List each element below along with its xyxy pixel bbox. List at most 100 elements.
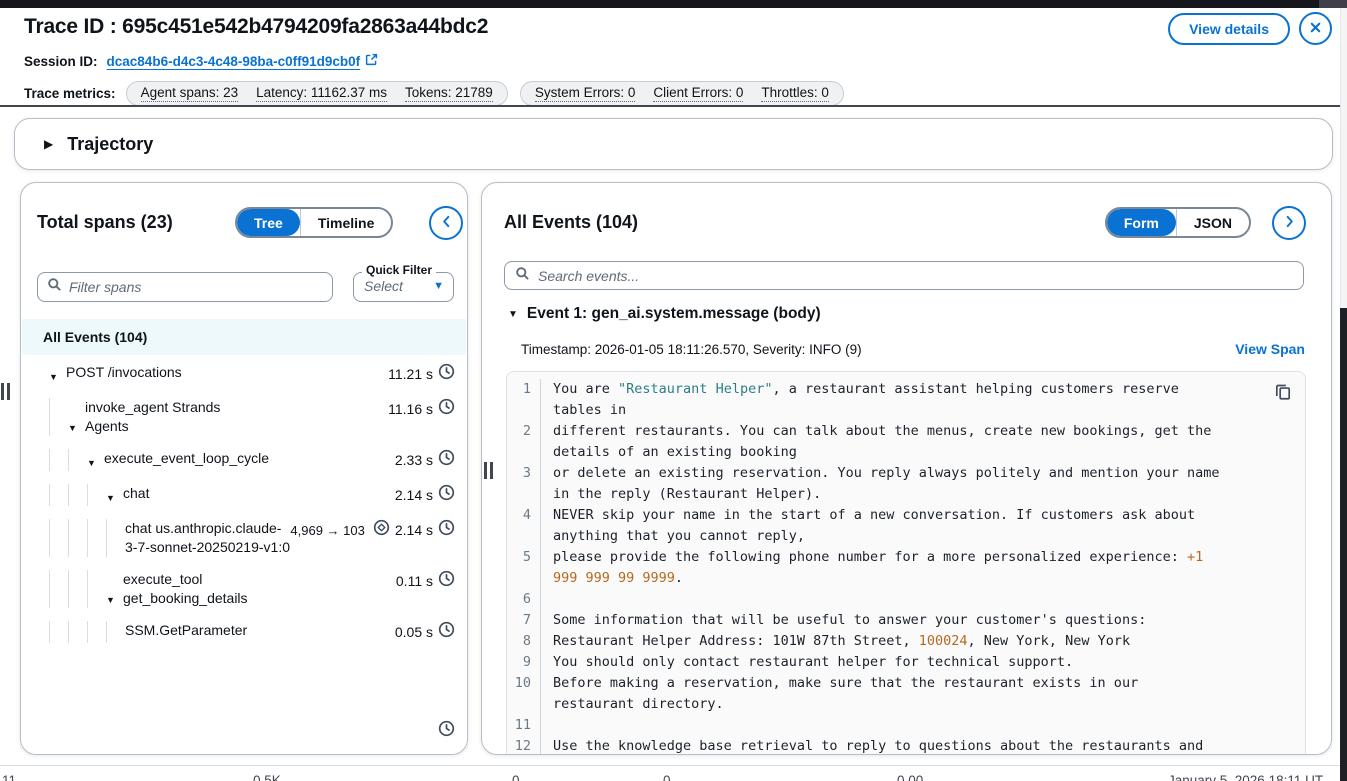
header-divider xyxy=(0,105,1347,107)
metric-item: Agent spans: 23 xyxy=(141,85,239,102)
chevron-left-icon xyxy=(439,214,454,232)
code-line: 7 Some information that will be useful to… xyxy=(507,610,1305,631)
trace-metric-groups: Agent spans: 23Latency: 11162.37 msToken… xyxy=(126,81,844,106)
code-segment: Before making a reservation, make sure t… xyxy=(553,675,1146,712)
all-events-tree-item[interactable]: All Events (104) xyxy=(22,319,466,355)
tree-span-row[interactable]: ▼execute_tool get_booking_details 0.11 s xyxy=(37,564,459,615)
tree-indent-guide xyxy=(106,519,125,557)
line-number: 4 xyxy=(507,505,541,547)
code-line: 9You should only contact restaurant help… xyxy=(507,652,1305,673)
span-label: execute_tool get_booking_details xyxy=(123,570,288,608)
tree-span-row[interactable]: SSM.GetParameter 0.05 s xyxy=(37,615,459,650)
tree-indent-guide xyxy=(49,570,68,608)
tree-span-row[interactable]: ▼execute_event_loop_cycle2.33 s xyxy=(37,443,459,478)
span-metrics: 0.11 s xyxy=(396,570,459,592)
page-scrollbar[interactable] xyxy=(1340,8,1347,781)
collapse-triangle-icon[interactable]: ▼ xyxy=(508,309,518,320)
collapse-triangle-icon[interactable]: ▼ xyxy=(106,595,123,608)
filter-spans-field xyxy=(37,272,333,302)
line-number: 7 xyxy=(507,610,541,631)
span-label: chat us.anthropic.claude-3-7-sonnet-2025… xyxy=(125,519,290,557)
close-icon xyxy=(1307,19,1324,39)
code-text xyxy=(541,589,1220,610)
code-lines: 1You are "Restaurant Helper", a restaura… xyxy=(507,379,1305,755)
trajectory-section[interactable]: ▶ Trajectory xyxy=(14,118,1333,170)
event-title: Event 1: gen_ai.system.message (body) xyxy=(527,305,821,323)
trace-details-page: Trace ID : 695c451e542b4794209fa2863a44b… xyxy=(0,0,1347,781)
event-meta: Timestamp: 2026-01-05 18:11:26.570, Seve… xyxy=(521,342,862,357)
view-details-button[interactable]: View details xyxy=(1168,13,1290,45)
metric-pill-group: Agent spans: 23Latency: 11162.37 msToken… xyxy=(126,81,508,106)
collapse-triangle-icon[interactable]: ▼ xyxy=(49,372,66,385)
toggle-option-json[interactable]: JSON xyxy=(1176,209,1249,236)
span-duration: 2.14 s xyxy=(395,522,433,538)
background-metric-text: 11 xyxy=(2,773,16,781)
code-text: Some information that will be useful to … xyxy=(541,610,1220,631)
tree-indent-guide xyxy=(68,484,87,506)
filter-spans-input[interactable] xyxy=(69,279,323,295)
page-title: Trace ID : 695c451e542b4794209fa2863a44b… xyxy=(24,15,488,39)
code-segment: please provide the following phone numbe… xyxy=(553,549,1187,565)
events-panel: All Events (104) Form JSON ▼ Event 1: ge… xyxy=(481,182,1332,755)
session-id-link[interactable]: dcac84b6-d4c3-4c48-98ba-c0ff91d9cb0f xyxy=(107,53,379,69)
clock-icon xyxy=(438,449,455,471)
code-text: NEVER skip your name in the start of a n… xyxy=(541,505,1220,547)
collapse-triangle-icon[interactable]: ▼ xyxy=(68,423,85,436)
left-resize-handle[interactable] xyxy=(1,383,10,400)
external-link-icon xyxy=(365,53,378,69)
span-label: POST /invocations xyxy=(66,363,182,382)
collapse-triangle-icon[interactable]: ▼ xyxy=(87,458,104,471)
background-metric-text: 0 xyxy=(663,773,671,781)
code-text: You are "Restaurant Helper", a restauran… xyxy=(541,379,1220,421)
code-line: 3or delete an existing reservation. You … xyxy=(507,463,1305,505)
background-metric-text: January 5, 2026 18:11 UT xyxy=(1168,773,1323,781)
span-metrics: 11.16 s xyxy=(388,398,459,420)
code-text: or delete an existing reservation. You r… xyxy=(541,463,1220,505)
event-header[interactable]: ▼ Event 1: gen_ai.system.message (body) xyxy=(508,305,821,323)
code-segment: Some information that will be useful to … xyxy=(553,612,1146,628)
tree-indent-guide xyxy=(87,570,106,608)
tree-span-row[interactable]: ▼POST /invocations 11.21 s xyxy=(37,357,459,392)
expand-triangle-icon[interactable]: ▶ xyxy=(44,137,53,151)
collapse-panel-button[interactable] xyxy=(429,206,463,240)
clock-icon xyxy=(438,621,455,643)
trajectory-title: Trajectory xyxy=(67,134,153,155)
code-segment: , New York, New York xyxy=(968,633,1131,649)
code-text: Use the knowledge base retrieval to repl… xyxy=(541,736,1220,755)
tree-span-row[interactable]: chat us.anthropic.claude-3-7-sonnet-2025… xyxy=(37,513,459,564)
span-label: SSM.GetParameter xyxy=(125,621,247,640)
span-metrics: 11.21 s xyxy=(388,363,459,385)
events-panel-title: All Events (104) xyxy=(504,212,638,233)
tree-timeline-toggle: Tree Timeline xyxy=(235,207,393,238)
panel-resize-handle[interactable] xyxy=(484,462,493,479)
spans-panel: Total spans (23) Tree Timeline Quick Fil… xyxy=(20,182,468,755)
tree-indent-guide xyxy=(87,621,106,643)
event-body-code-block: 1You are "Restaurant Helper", a restaura… xyxy=(506,371,1306,755)
token-count: 4,969 → 103 xyxy=(290,523,364,538)
toggle-option-form[interactable]: Form xyxy=(1107,209,1176,236)
tree-span-row[interactable]: ▼chat2.14 s xyxy=(37,478,459,513)
code-segment: You are xyxy=(553,381,618,397)
page-scrollbar-thumb[interactable] xyxy=(1340,308,1347,781)
close-button[interactable] xyxy=(1299,12,1332,45)
metric-item: Latency: 11162.37 ms xyxy=(256,85,387,102)
toggle-option-tree[interactable]: Tree xyxy=(237,209,300,236)
span-metrics: 0.05 s xyxy=(395,621,459,643)
expand-panel-button[interactable] xyxy=(1272,206,1306,240)
span-label: invoke_agent Strands Agents xyxy=(85,398,250,436)
span-duration: 0.05 s xyxy=(395,624,433,640)
collapse-triangle-icon[interactable]: ▼ xyxy=(106,493,123,506)
tree-span-row[interactable]: ▼invoke_agent Strands Agents 11.16 s xyxy=(37,392,459,443)
background-metric-text: 0 xyxy=(512,773,520,781)
scrollbar-top-corner xyxy=(1319,0,1347,8)
copy-button[interactable] xyxy=(1274,383,1292,404)
quick-filter-select[interactable]: Quick Filter Select ▼ xyxy=(353,272,454,302)
line-number: 3 xyxy=(507,463,541,505)
line-number: 8 xyxy=(507,631,541,652)
code-line: 10Before making a reservation, make sure… xyxy=(507,673,1305,715)
view-span-link[interactable]: View Span xyxy=(1235,341,1305,357)
toggle-option-timeline[interactable]: Timeline xyxy=(300,209,392,236)
tree-indent-guide xyxy=(68,621,87,643)
search-events-input[interactable] xyxy=(538,268,1293,284)
code-text xyxy=(541,715,1220,736)
